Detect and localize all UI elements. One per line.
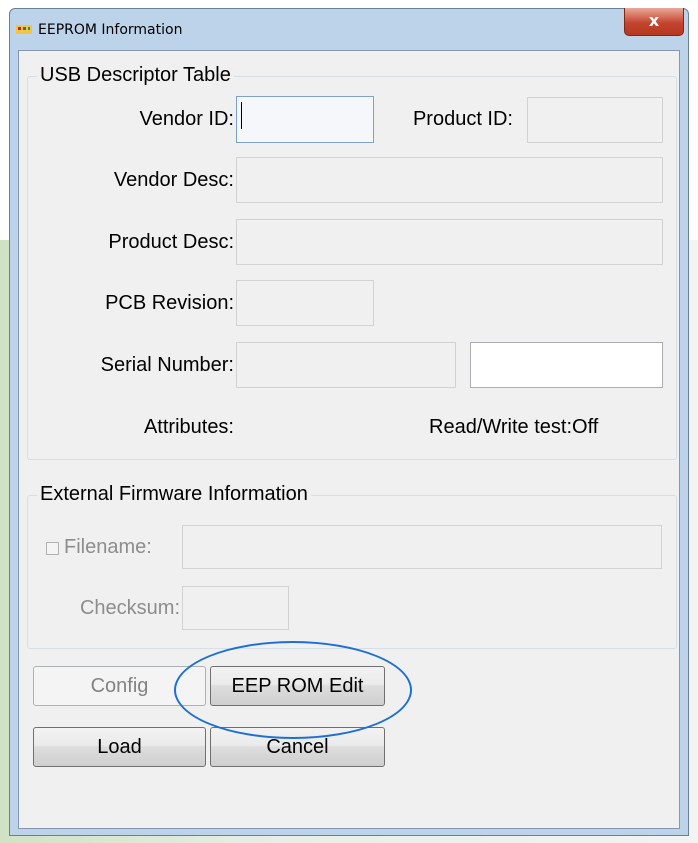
text-caret bbox=[241, 102, 242, 129]
title-bar[interactable]: EEPROM Information x bbox=[10, 8, 688, 49]
pcb-revision-label: PCB Revision: bbox=[105, 292, 234, 314]
vendor-desc-label: Vendor Desc: bbox=[113, 169, 234, 191]
pcb-revision-field[interactable] bbox=[236, 280, 374, 326]
external-firmware-group bbox=[27, 495, 677, 649]
filename-checkbox[interactable] bbox=[46, 542, 59, 555]
serial-number-label: Serial Number: bbox=[100, 354, 234, 376]
vendor-desc-field[interactable] bbox=[236, 157, 663, 203]
usb-descriptor-group-label: USB Descriptor Table bbox=[37, 64, 234, 87]
product-desc-field[interactable] bbox=[236, 219, 663, 265]
product-id-label: Product ID: bbox=[412, 108, 513, 130]
app-icon bbox=[16, 25, 32, 34]
vendor-id-field[interactable] bbox=[236, 96, 374, 143]
product-id-field[interactable] bbox=[527, 97, 663, 143]
filename-label: Filename: bbox=[64, 536, 152, 558]
filename-field[interactable] bbox=[182, 525, 662, 569]
highlight-ellipse bbox=[174, 641, 412, 739]
product-desc-label: Product Desc: bbox=[108, 231, 234, 253]
load-button[interactable]: Load bbox=[33, 727, 206, 767]
read-write-test-status: Read/Write test:Off bbox=[429, 416, 599, 438]
attributes-label: Attributes: bbox=[143, 416, 234, 438]
checksum-label: Checksum: bbox=[79, 597, 180, 619]
window-title: EEPROM Information bbox=[38, 22, 183, 38]
vendor-id-label: Vendor ID: bbox=[139, 108, 234, 130]
close-button[interactable]: x bbox=[624, 8, 684, 36]
serial-number-extra-field[interactable] bbox=[470, 342, 663, 388]
serial-number-field[interactable] bbox=[236, 342, 456, 388]
checksum-field[interactable] bbox=[182, 586, 289, 630]
external-firmware-group-label: External Firmware Information bbox=[37, 483, 311, 506]
